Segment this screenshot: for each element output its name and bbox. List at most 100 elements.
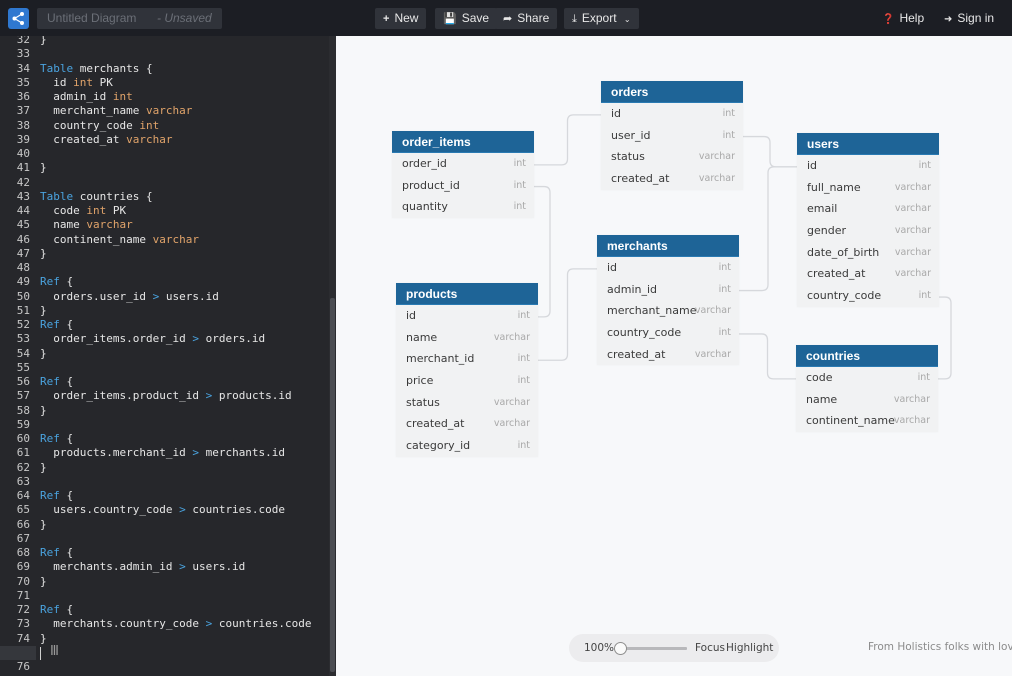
code-line[interactable]: admin_id int: [40, 90, 133, 104]
table-field[interactable]: created_at varchar: [396, 413, 538, 435]
table-field[interactable]: product_id int: [392, 175, 534, 197]
table-field[interactable]: country_code int: [597, 322, 739, 344]
table-field[interactable]: status varchar: [601, 146, 743, 168]
table-field[interactable]: country_code int: [797, 285, 939, 307]
table-field[interactable]: gender varchar: [797, 220, 939, 242]
table-field[interactable]: created_at varchar: [797, 263, 939, 285]
code-line[interactable]: Ref {: [40, 375, 73, 389]
help-link[interactable]: ❓ Help: [882, 8, 924, 29]
new-button[interactable]: + New: [375, 8, 427, 29]
code-line[interactable]: Table countries {: [40, 190, 153, 204]
zoom-slider[interactable]: [621, 647, 687, 650]
code-token: name: [40, 218, 87, 232]
table-field[interactable]: merchant_id int: [396, 348, 538, 370]
field-name: created_at: [607, 347, 666, 361]
code-line[interactable]: }: [40, 161, 47, 175]
code-line[interactable]: Ref {: [40, 489, 73, 503]
table-field[interactable]: created_at varchar: [601, 168, 743, 190]
code-line[interactable]: }: [40, 347, 47, 361]
line-number: 61: [16, 446, 30, 460]
app-logo[interactable]: [8, 8, 29, 29]
editor-scrollbar-thumb[interactable]: [330, 298, 335, 672]
field-name: created_at: [406, 417, 465, 431]
table-field[interactable]: code int: [796, 367, 938, 389]
code-line[interactable]: order_items.order_id > orders.id: [40, 332, 265, 346]
code-line[interactable]: Table merchants {: [40, 62, 153, 76]
code-line[interactable]: id int PK: [40, 76, 113, 90]
table-field[interactable]: created_at varchar: [597, 344, 739, 366]
table-field[interactable]: id int: [797, 155, 939, 177]
table-field[interactable]: status varchar: [396, 392, 538, 414]
code-line[interactable]: merchants.admin_id > users.id: [40, 560, 245, 574]
code-line[interactable]: products.merchant_id > merchants.id: [40, 446, 285, 460]
save-button[interactable]: 💾 Save: [435, 8, 498, 29]
table-orders[interactable]: orders id int user_id int status varchar create…: [601, 81, 743, 190]
table-field[interactable]: user_id int: [601, 125, 743, 147]
table-field[interactable]: merchant_name varchar: [597, 300, 739, 322]
code-line[interactable]: }: [40, 304, 47, 318]
zoom-slider-handle[interactable]: [614, 642, 627, 655]
table-header[interactable]: users: [797, 133, 939, 155]
table-header[interactable]: order_items: [392, 131, 534, 153]
field-type: varchar: [698, 173, 735, 185]
field-name: price: [406, 374, 434, 388]
field-type: int: [517, 440, 530, 452]
table-products[interactable]: products id int name varchar merchant_id int pr…: [396, 283, 538, 457]
table-field[interactable]: id int: [601, 103, 743, 125]
code-line[interactable]: Ref {: [40, 275, 73, 289]
diagram-title-input[interactable]: Untitled Diagram - Unsaved: [37, 8, 222, 29]
table-header[interactable]: countries: [796, 345, 938, 367]
table-field[interactable]: id int: [396, 305, 538, 327]
table-field[interactable]: continent_name varchar: [796, 410, 938, 432]
code-line[interactable]: merchants.country_code > countries.code: [40, 617, 311, 631]
share-button[interactable]: ➦ Share: [495, 8, 558, 29]
code-line[interactable]: name varchar: [40, 218, 132, 232]
diagram-canvas[interactable]: orders id int user_id int status varchar create…: [336, 36, 1012, 676]
table-field[interactable]: date_of_birth varchar: [797, 242, 939, 264]
table-field[interactable]: full_name varchar: [797, 177, 939, 199]
code-line[interactable]: }: [40, 247, 47, 261]
table-merchants[interactable]: merchants id int admin_id int merchant_name va…: [597, 235, 739, 366]
code-line[interactable]: }: [40, 404, 47, 418]
table-order-items[interactable]: order_items order_id int product_id int quant…: [392, 131, 534, 219]
table-countries[interactable]: countries code int name varchar continent_nam…: [796, 345, 938, 433]
table-field[interactable]: category_id int: [396, 435, 538, 457]
code-line[interactable]: }: [40, 36, 47, 47]
code-line[interactable]: merchant_name varchar: [40, 104, 192, 118]
table-field[interactable]: name varchar: [796, 389, 938, 411]
code-line[interactable]: }: [40, 518, 47, 532]
code-line[interactable]: continent_name varchar: [40, 233, 199, 247]
table-field[interactable]: admin_id int: [597, 279, 739, 301]
code-line[interactable]: Ref {: [40, 603, 73, 617]
code-line[interactable]: Ref {: [40, 546, 73, 560]
sign-in-link[interactable]: ➜ Sign in: [944, 8, 994, 29]
code-token: PK: [93, 75, 113, 89]
table-users[interactable]: users id int full_name varchar email varchar ge…: [797, 133, 939, 307]
table-field[interactable]: quantity int: [392, 196, 534, 218]
table-field[interactable]: price int: [396, 370, 538, 392]
table-header[interactable]: products: [396, 283, 538, 305]
code-line[interactable]: Ref {: [40, 318, 73, 332]
code-line[interactable]: users.country_code > countries.code: [40, 503, 285, 517]
code-line[interactable]: }: [40, 461, 47, 475]
code-token: products.merchant_id: [40, 446, 193, 460]
code-line[interactable]: Ref {: [40, 432, 73, 446]
table-header[interactable]: orders: [601, 81, 743, 103]
code-line[interactable]: country_code int: [40, 119, 159, 133]
line-number: 70: [16, 574, 30, 588]
export-button[interactable]: ⤓ Export ⌄: [564, 8, 639, 29]
table-field[interactable]: email varchar: [797, 198, 939, 220]
table-field[interactable]: id int: [597, 257, 739, 279]
code-line[interactable]: order_items.product_id > products.id: [40, 389, 291, 403]
code-line[interactable]: created_at varchar: [40, 133, 172, 147]
code-line[interactable]: code int PK: [40, 204, 126, 218]
code-line[interactable]: }: [40, 575, 47, 589]
table-field[interactable]: name varchar: [396, 327, 538, 349]
code-line[interactable]: }: [40, 632, 47, 646]
focus-toggle[interactable]: Focus: [695, 634, 725, 662]
code-line[interactable]: orders.user_id > users.id: [40, 290, 219, 304]
code-editor[interactable]: 32 33 34 35 36 37 38 39 40 41 42 43 44 45 46 47 48 49 50 51…: [0, 36, 336, 676]
table-field[interactable]: order_id int: [392, 153, 534, 175]
table-header[interactable]: merchants: [597, 235, 739, 257]
highlight-toggle[interactable]: Highlight: [726, 634, 773, 662]
